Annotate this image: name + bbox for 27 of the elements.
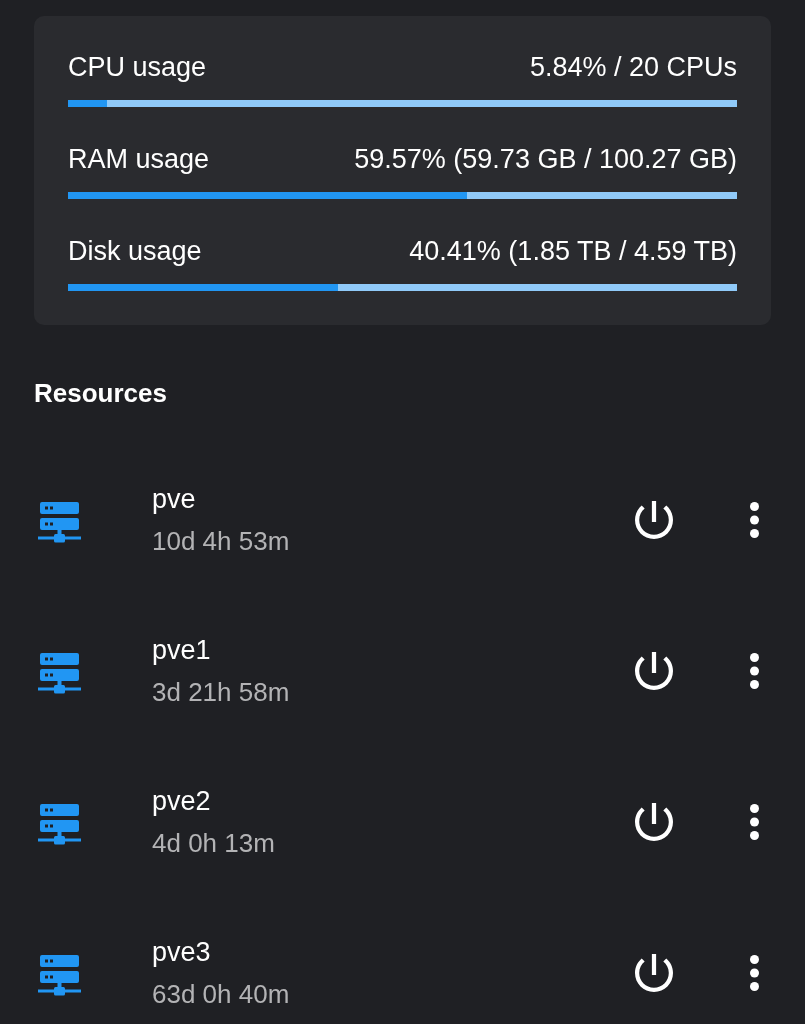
more-vertical-icon bbox=[749, 803, 759, 840]
node-name[interactable]: pve1 bbox=[152, 633, 211, 666]
server-network-icon bbox=[38, 651, 81, 694]
node-uptime: 10d 4h 53m bbox=[152, 524, 290, 557]
server-network-icon bbox=[38, 500, 81, 543]
server-network-icon bbox=[38, 802, 81, 845]
section-heading: Resources bbox=[34, 377, 167, 409]
power-icon bbox=[635, 802, 673, 841]
node-uptime: 4d 0h 13m bbox=[152, 826, 275, 859]
node-name[interactable]: pve bbox=[152, 482, 196, 515]
more-vertical-icon bbox=[749, 652, 759, 689]
power-icon bbox=[635, 500, 673, 539]
metric-label: Disk usage bbox=[68, 235, 202, 267]
power-icon bbox=[635, 953, 673, 992]
node-name[interactable]: pve3 bbox=[152, 935, 211, 968]
node-uptime: 3d 21h 58m bbox=[152, 675, 290, 708]
metric-reading: 59.57% (59.73 GB / 100.27 GB) bbox=[354, 143, 737, 175]
server-network-icon bbox=[38, 953, 81, 996]
more-vertical-icon bbox=[749, 501, 759, 538]
more-vertical-icon bbox=[749, 954, 759, 991]
power-icon bbox=[635, 651, 673, 690]
metric-reading: 40.41% (1.85 TB / 4.59 TB) bbox=[409, 235, 737, 267]
metric-reading: 5.84% / 20 CPUs bbox=[529, 51, 737, 83]
metric-label: RAM usage bbox=[68, 143, 210, 175]
metric-label: CPU usage bbox=[68, 51, 207, 83]
node-name[interactable]: pve2 bbox=[152, 784, 211, 817]
node-uptime: 63d 0h 40m bbox=[152, 977, 290, 1010]
